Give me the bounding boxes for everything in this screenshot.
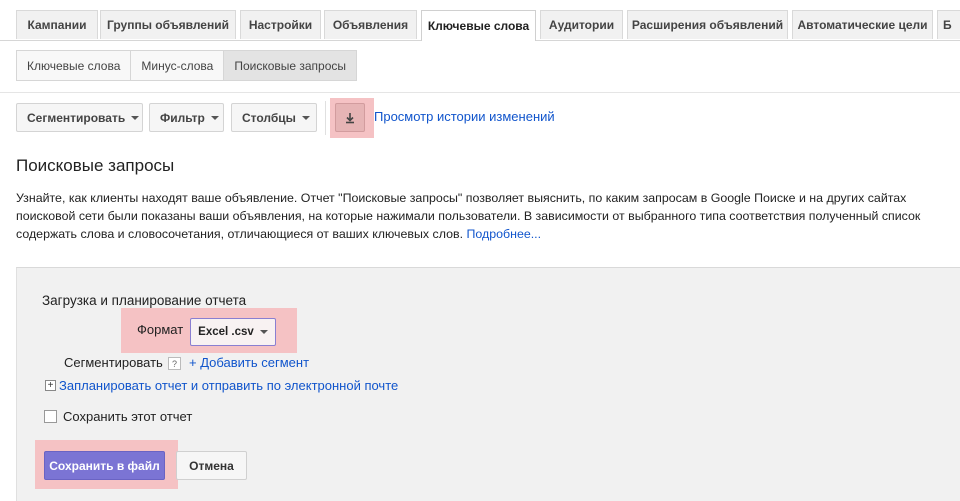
learn-more-link[interactable]: Подробнее... [466,227,541,241]
columns-button-label: Столбцы [242,110,296,125]
tab-audiences[interactable]: Аудитории [540,10,623,39]
change-history-link[interactable]: Просмотр истории изменений [374,109,555,124]
divider [0,92,960,93]
subtab-negative-keywords[interactable]: Минус-слова [130,50,225,81]
tab-auto-targets[interactable]: Автоматические цели [792,10,933,39]
tab-settings[interactable]: Настройки [240,10,321,39]
save-report-label: Сохранить этот отчет [63,409,193,424]
filter-dropdown-button[interactable]: Фильтр [149,103,224,132]
help-icon[interactable]: ? [168,357,181,370]
add-segment-link[interactable]: + Добавить сегмент [189,355,309,370]
format-label: Формат [137,322,184,337]
page-title: Поисковые запросы [16,156,175,175]
chevron-down-icon [259,330,268,334]
save-report-checkbox[interactable] [44,410,57,423]
filter-button-label: Фильтр [160,110,205,125]
segment-button-label: Сегментировать [27,110,126,125]
format-select[interactable]: Excel .csv [190,318,276,346]
description-line: поисковой сети были показаны ваши объявл… [16,209,921,223]
segment-dropdown-button[interactable]: Сегментировать [16,103,143,132]
tab-ads[interactable]: Объявления [324,10,417,39]
schedule-report-link[interactable]: Запланировать отчет и отправить по элект… [59,378,398,393]
main-tab-bar: Кампании Группы объявлений Настройки Объ… [0,0,960,41]
subtab-search-terms[interactable]: Поисковые запросы [223,50,358,81]
keyword-subtabs: Ключевые слова Минус-слова Поисковые зап… [16,50,358,81]
chevron-down-icon [210,115,219,120]
chevron-down-icon [301,115,310,120]
download-report-button[interactable] [335,103,365,132]
expand-plus-icon[interactable]: + [45,380,56,391]
subtab-keywords[interactable]: Ключевые слова [16,50,132,81]
description-line: содержать слова и словосочетания, отлича… [16,227,542,241]
report-panel-title: Загрузка и планирование отчета [42,293,247,308]
tab-overflow[interactable]: Б [937,10,960,39]
description-line: Узнайте, как клиенты находят ваше объявл… [16,191,907,205]
tab-keywords[interactable]: Ключевые слова [421,10,536,41]
segment-label: Сегментировать [64,355,163,370]
tab-ad-groups[interactable]: Группы объявлений [100,10,236,39]
toolbar-separator [325,101,326,135]
format-select-value: Excel .csv [198,326,254,338]
page-description: Узнайте, как клиенты находят ваше объявл… [16,189,960,243]
cancel-button[interactable]: Отмена [176,451,247,480]
download-icon [346,112,354,123]
tab-ad-extensions[interactable]: Расширения объявлений [627,10,788,39]
save-to-file-button[interactable]: Сохранить в файл [44,451,165,480]
tab-campaigns[interactable]: Кампании [16,10,98,39]
columns-dropdown-button[interactable]: Столбцы [231,103,317,132]
chevron-down-icon [131,115,140,120]
